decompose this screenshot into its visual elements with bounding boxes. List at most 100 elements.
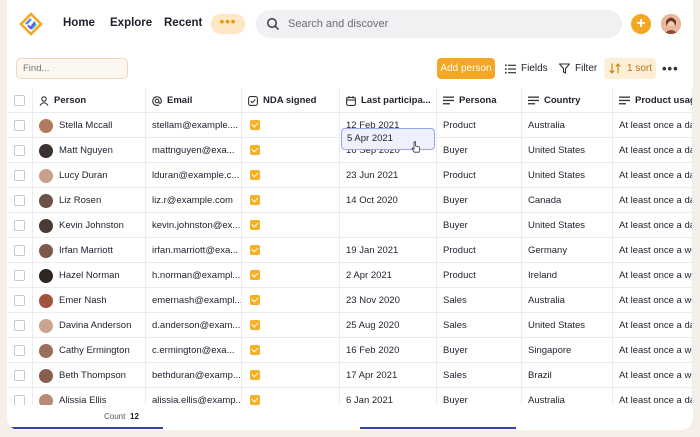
last-participated-cell[interactable]: 19 Jan 2021 bbox=[340, 238, 437, 263]
email-cell[interactable]: lduran@example.c... bbox=[146, 163, 242, 188]
nda-checked-checkbox[interactable] bbox=[250, 370, 260, 380]
scrollbar-left[interactable] bbox=[7, 427, 163, 429]
row-checkbox[interactable] bbox=[14, 270, 25, 281]
country-cell[interactable]: Brazil bbox=[522, 363, 613, 388]
filter-button[interactable]: Filter bbox=[559, 63, 597, 74]
persona-cell[interactable]: Product bbox=[437, 113, 522, 138]
table-row[interactable]: Hazel Norman h.norman@exampl... 2 Apr 2021… bbox=[7, 263, 693, 288]
nda-cell[interactable] bbox=[242, 288, 340, 313]
product-usage-cell[interactable]: At least once a we bbox=[613, 238, 693, 263]
last-participated-cell[interactable]: 14 Oct 2020 bbox=[340, 188, 437, 213]
nda-cell[interactable] bbox=[242, 163, 340, 188]
last-participated-cell[interactable]: 23 Jun 2021 bbox=[340, 163, 437, 188]
nav-more-button[interactable]: ••• bbox=[211, 14, 245, 34]
fields-button[interactable]: Fields bbox=[505, 63, 548, 74]
email-cell[interactable]: emernash@exampl... bbox=[146, 288, 242, 313]
person-cell[interactable]: Liz Rosen bbox=[33, 188, 146, 213]
product-usage-cell[interactable]: At least once a da bbox=[613, 113, 693, 138]
country-cell[interactable]: United States bbox=[522, 138, 613, 163]
row-checkbox[interactable] bbox=[14, 245, 25, 256]
product-usage-cell[interactable]: At least once a da bbox=[613, 163, 693, 188]
nda-cell[interactable] bbox=[242, 213, 340, 238]
persona-cell[interactable]: Buyer bbox=[437, 188, 522, 213]
email-cell[interactable]: kevin.johnston@ex... bbox=[146, 213, 242, 238]
nda-cell[interactable] bbox=[242, 313, 340, 338]
country-cell[interactable]: United States bbox=[522, 163, 613, 188]
product-usage-cell[interactable]: At least once a da bbox=[613, 313, 693, 338]
persona-cell[interactable]: Sales bbox=[437, 363, 522, 388]
nav-explore[interactable]: Explore bbox=[110, 17, 152, 29]
row-checkbox[interactable] bbox=[14, 345, 25, 356]
persona-cell[interactable]: Buyer bbox=[437, 338, 522, 363]
nda-cell[interactable] bbox=[242, 363, 340, 388]
nda-checked-checkbox[interactable] bbox=[250, 195, 260, 205]
toolbar-more-button[interactable]: ••• bbox=[662, 61, 679, 76]
nda-checked-checkbox[interactable] bbox=[250, 145, 260, 155]
table-row[interactable]: Lucy Duran lduran@example.c... 23 Jun 2021… bbox=[7, 163, 693, 188]
product-usage-cell[interactable]: At least once a we bbox=[613, 363, 693, 388]
row-checkbox[interactable] bbox=[14, 220, 25, 231]
country-cell[interactable]: Ireland bbox=[522, 263, 613, 288]
person-cell[interactable]: Stella Mccall bbox=[33, 113, 146, 138]
email-cell[interactable]: h.norman@exampl... bbox=[146, 263, 242, 288]
last-participated-cell[interactable]: 17 Apr 2021 bbox=[340, 363, 437, 388]
country-cell[interactable]: United States bbox=[522, 213, 613, 238]
sort-button[interactable]: 1 sort bbox=[604, 58, 656, 79]
person-cell[interactable]: Beth Thompson bbox=[33, 363, 146, 388]
table-row[interactable]: Cathy Ermington c.ermington@exa... 16 Feb … bbox=[7, 338, 693, 363]
table-row[interactable]: Davina Anderson d.anderson@exam... 25 Aug … bbox=[7, 313, 693, 338]
create-plus-button[interactable]: + bbox=[631, 14, 651, 34]
product-usage-cell[interactable]: At least once a da bbox=[613, 188, 693, 213]
person-cell[interactable]: Davina Anderson bbox=[33, 313, 146, 338]
email-cell[interactable]: irfan.marriott@exa... bbox=[146, 238, 242, 263]
table-row[interactable]: Beth Thompson bethduran@examp... 17 Apr 20… bbox=[7, 363, 693, 388]
column-header[interactable]: Email bbox=[146, 88, 242, 113]
row-checkbox[interactable] bbox=[14, 195, 25, 206]
country-cell[interactable]: Singapore bbox=[522, 338, 613, 363]
email-cell[interactable]: liz.r@example.com bbox=[146, 188, 242, 213]
row-checkbox[interactable] bbox=[14, 170, 25, 181]
nda-checked-checkbox[interactable] bbox=[250, 120, 260, 130]
column-header[interactable]: Country bbox=[522, 88, 613, 113]
product-usage-cell[interactable]: At least once a we bbox=[613, 338, 693, 363]
email-cell[interactable]: bethduran@examp... bbox=[146, 363, 242, 388]
nda-cell[interactable] bbox=[242, 188, 340, 213]
nda-cell[interactable] bbox=[242, 263, 340, 288]
last-participated-cell[interactable]: 25 Aug 2020 bbox=[340, 313, 437, 338]
last-participated-cell[interactable] bbox=[340, 213, 437, 238]
table-row[interactable]: Liz Rosen liz.r@example.com 14 Oct 2020 Buy… bbox=[7, 188, 693, 213]
product-usage-cell[interactable]: At least once a da bbox=[613, 213, 693, 238]
country-cell[interactable]: United States bbox=[522, 313, 613, 338]
row-checkbox[interactable] bbox=[14, 145, 25, 156]
persona-cell[interactable]: Buyer bbox=[437, 138, 522, 163]
nda-checked-checkbox[interactable] bbox=[250, 345, 260, 355]
table-row[interactable]: Irfan Marriott irfan.marriott@exa... 19 Ja… bbox=[7, 238, 693, 263]
nda-checked-checkbox[interactable] bbox=[250, 220, 260, 230]
person-cell[interactable]: Lucy Duran bbox=[33, 163, 146, 188]
app-logo-icon[interactable] bbox=[19, 12, 43, 36]
column-header[interactable]: Person bbox=[33, 88, 146, 113]
find-input[interactable] bbox=[16, 58, 128, 79]
last-participated-cell[interactable]: 23 Nov 2020 bbox=[340, 288, 437, 313]
product-usage-cell[interactable]: At least once a da bbox=[613, 138, 693, 163]
row-checkbox[interactable] bbox=[14, 320, 25, 331]
person-cell[interactable]: Hazel Norman bbox=[33, 263, 146, 288]
persona-cell[interactable]: Product bbox=[437, 238, 522, 263]
country-cell[interactable]: Germany bbox=[522, 238, 613, 263]
user-avatar[interactable] bbox=[661, 14, 681, 34]
email-cell[interactable]: mattnguyen@exa... bbox=[146, 138, 242, 163]
country-cell[interactable]: Australia bbox=[522, 288, 613, 313]
nda-cell[interactable] bbox=[242, 138, 340, 163]
persona-cell[interactable]: Product bbox=[437, 163, 522, 188]
column-header[interactable]: NDA signed bbox=[242, 88, 340, 113]
nda-checked-checkbox[interactable] bbox=[250, 270, 260, 280]
person-cell[interactable]: Kevin Johnston bbox=[33, 213, 146, 238]
email-cell[interactable]: c.ermington@exa... bbox=[146, 338, 242, 363]
column-header[interactable]: Last participa... bbox=[340, 88, 437, 113]
persona-cell[interactable]: Buyer bbox=[437, 213, 522, 238]
scrollbar-right[interactable] bbox=[360, 427, 516, 429]
row-checkbox[interactable] bbox=[14, 120, 25, 131]
nda-cell[interactable] bbox=[242, 338, 340, 363]
persona-cell[interactable]: Product bbox=[437, 263, 522, 288]
product-usage-cell[interactable]: At least once a we bbox=[613, 288, 693, 313]
